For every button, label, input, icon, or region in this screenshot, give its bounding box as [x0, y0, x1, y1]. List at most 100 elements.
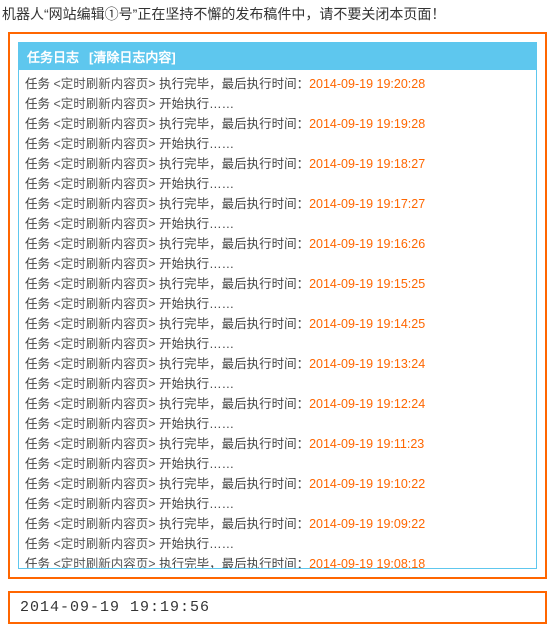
log-task-name: <定时刷新内容页>: [53, 457, 159, 471]
log-task-prefix: 任务: [25, 437, 53, 451]
log-done-text: 执行完毕，最后执行时间：: [159, 557, 309, 568]
log-done-text: 执行完毕，最后执行时间：: [159, 77, 309, 91]
log-task-prefix: 任务: [25, 177, 53, 191]
log-task-prefix: 任务: [25, 77, 53, 91]
log-start-text: 开始执行……: [159, 97, 234, 111]
log-task-prefix: 任务: [25, 137, 53, 151]
log-timestamp: 2014-09-19 19:16:26: [309, 237, 425, 251]
log-task-prefix: 任务: [25, 197, 53, 211]
log-done-text: 执行完毕，最后执行时间：: [159, 437, 309, 451]
log-task-name: <定时刷新内容页>: [53, 277, 159, 291]
clear-log-button[interactable]: [清除日志内容]: [89, 47, 176, 66]
log-line: 任务 <定时刷新内容页> 执行完毕，最后执行时间：2014-09-19 19:1…: [25, 354, 530, 374]
log-start-text: 开始执行……: [159, 257, 234, 271]
log-line: 任务 <定时刷新内容页> 执行完毕，最后执行时间：2014-09-19 19:1…: [25, 474, 530, 494]
log-line: 任务 <定时刷新内容页> 开始执行……: [25, 94, 530, 114]
log-timestamp: 2014-09-19 19:18:27: [309, 157, 425, 171]
log-line: 任务 <定时刷新内容页> 开始执行……: [25, 134, 530, 154]
log-line: 任务 <定时刷新内容页> 执行完毕，最后执行时间：2014-09-19 19:1…: [25, 314, 530, 334]
log-line: 任务 <定时刷新内容页> 执行完毕，最后执行时间：2014-09-19 19:1…: [25, 394, 530, 414]
log-done-text: 执行完毕，最后执行时间：: [159, 357, 309, 371]
log-task-name: <定时刷新内容页>: [53, 417, 159, 431]
log-line: 任务 <定时刷新内容页> 执行完毕，最后执行时间：2014-09-19 19:1…: [25, 274, 530, 294]
log-task-name: <定时刷新内容页>: [53, 237, 159, 251]
log-task-name: <定时刷新内容页>: [53, 97, 159, 111]
log-start-text: 开始执行……: [159, 217, 234, 231]
log-line: 任务 <定时刷新内容页> 执行完毕，最后执行时间：2014-09-19 19:1…: [25, 234, 530, 254]
log-task-name: <定时刷新内容页>: [53, 257, 159, 271]
log-line: 任务 <定时刷新内容页> 开始执行……: [25, 454, 530, 474]
log-timestamp: 2014-09-19 19:19:28: [309, 117, 425, 131]
log-task-name: <定时刷新内容页>: [53, 557, 159, 568]
log-task-prefix: 任务: [25, 517, 53, 531]
log-line: 任务 <定时刷新内容页> 执行完毕，最后执行时间：2014-09-19 19:1…: [25, 194, 530, 214]
log-timestamp: 2014-09-19 19:20:28: [309, 77, 425, 91]
log-line: 任务 <定时刷新内容页> 执行完毕，最后执行时间：2014-09-19 19:1…: [25, 114, 530, 134]
log-done-text: 执行完毕，最后执行时间：: [159, 157, 309, 171]
log-start-text: 开始执行……: [159, 377, 234, 391]
log-line: 任务 <定时刷新内容页> 执行完毕，最后执行时间：2014-09-19 19:2…: [25, 74, 530, 94]
log-line: 任务 <定时刷新内容页> 开始执行……: [25, 494, 530, 514]
log-start-text: 开始执行……: [159, 137, 234, 151]
log-timestamp: 2014-09-19 19:15:25: [309, 277, 425, 291]
log-task-prefix: 任务: [25, 377, 53, 391]
log-done-text: 执行完毕，最后执行时间：: [159, 317, 309, 331]
log-task-prefix: 任务: [25, 117, 53, 131]
log-task-prefix: 任务: [25, 417, 53, 431]
current-time: 2014-09-19 19:19:56: [20, 599, 210, 616]
log-task-name: <定时刷新内容页>: [53, 157, 159, 171]
log-line: 任务 <定时刷新内容页> 开始执行……: [25, 374, 530, 394]
log-task-name: <定时刷新内容页>: [53, 477, 159, 491]
log-start-text: 开始执行……: [159, 417, 234, 431]
log-done-text: 执行完毕，最后执行时间：: [159, 117, 309, 131]
log-task-name: <定时刷新内容页>: [53, 517, 159, 531]
log-task-name: <定时刷新内容页>: [53, 297, 159, 311]
log-task-prefix: 任务: [25, 337, 53, 351]
log-start-text: 开始执行……: [159, 297, 234, 311]
log-line: 任务 <定时刷新内容页> 执行完毕，最后执行时间：2014-09-19 19:0…: [25, 514, 530, 534]
log-box: 任务日志 [清除日志内容] 任务 <定时刷新内容页> 执行完毕，最后执行时间：2…: [18, 42, 537, 569]
log-line: 任务 <定时刷新内容页> 执行完毕，最后执行时间：2014-09-19 19:1…: [25, 154, 530, 174]
log-line: 任务 <定时刷新内容页> 开始执行……: [25, 414, 530, 434]
log-task-prefix: 任务: [25, 217, 53, 231]
log-line: 任务 <定时刷新内容页> 执行完毕，最后执行时间：2014-09-19 19:0…: [25, 554, 530, 568]
log-start-text: 开始执行……: [159, 457, 234, 471]
log-task-name: <定时刷新内容页>: [53, 137, 159, 151]
log-task-name: <定时刷新内容页>: [53, 197, 159, 211]
log-line: 任务 <定时刷新内容页> 开始执行……: [25, 534, 530, 554]
log-task-prefix: 任务: [25, 157, 53, 171]
log-task-prefix: 任务: [25, 97, 53, 111]
log-task-name: <定时刷新内容页>: [53, 177, 159, 191]
log-done-text: 执行完毕，最后执行时间：: [159, 397, 309, 411]
log-task-prefix: 任务: [25, 537, 53, 551]
log-done-text: 执行完毕，最后执行时间：: [159, 237, 309, 251]
log-task-prefix: 任务: [25, 317, 53, 331]
log-body[interactable]: 任务 <定时刷新内容页> 执行完毕，最后执行时间：2014-09-19 19:2…: [19, 70, 536, 568]
log-task-name: <定时刷新内容页>: [53, 317, 159, 331]
log-start-text: 开始执行……: [159, 177, 234, 191]
log-done-text: 执行完毕，最后执行时间：: [159, 197, 309, 211]
log-task-name: <定时刷新内容页>: [53, 217, 159, 231]
log-task-name: <定时刷新内容页>: [53, 357, 159, 371]
log-task-prefix: 任务: [25, 457, 53, 471]
log-task-prefix: 任务: [25, 237, 53, 251]
log-task-name: <定时刷新内容页>: [53, 377, 159, 391]
log-task-name: <定时刷新内容页>: [53, 437, 159, 451]
log-done-text: 执行完毕，最后执行时间：: [159, 517, 309, 531]
log-timestamp: 2014-09-19 19:13:24: [309, 357, 425, 371]
log-timestamp: 2014-09-19 19:17:27: [309, 197, 425, 211]
log-line: 任务 <定时刷新内容页> 开始执行……: [25, 214, 530, 234]
log-task-prefix: 任务: [25, 277, 53, 291]
log-task-name: <定时刷新内容页>: [53, 117, 159, 131]
log-start-text: 开始执行……: [159, 537, 234, 551]
log-timestamp: 2014-09-19 19:11:23: [309, 437, 424, 451]
log-timestamp: 2014-09-19 19:08:18: [309, 557, 425, 568]
log-done-text: 执行完毕，最后执行时间：: [159, 477, 309, 491]
log-task-prefix: 任务: [25, 477, 53, 491]
log-task-prefix: 任务: [25, 297, 53, 311]
log-task-name: <定时刷新内容页>: [53, 497, 159, 511]
log-line: 任务 <定时刷新内容页> 开始执行……: [25, 174, 530, 194]
log-title: 任务日志: [27, 47, 79, 66]
log-task-prefix: 任务: [25, 357, 53, 371]
log-task-prefix: 任务: [25, 497, 53, 511]
